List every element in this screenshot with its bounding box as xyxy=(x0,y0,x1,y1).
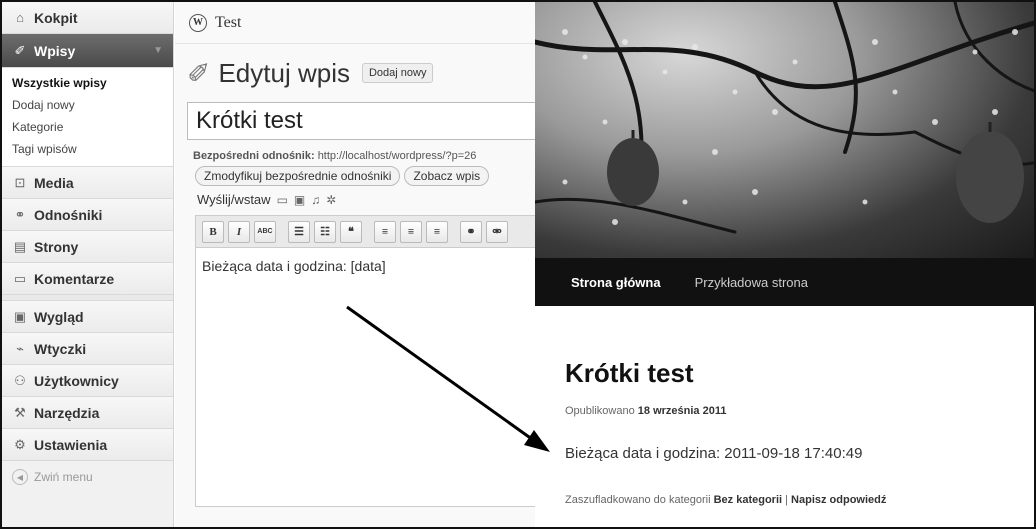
sidebar-item-appearance[interactable]: ▣ Wygląd xyxy=(2,301,173,333)
sidebar-item-pages[interactable]: ▤ Strony xyxy=(2,231,173,263)
reply-link[interactable]: Napisz odpowiedź xyxy=(791,494,886,506)
sidebar-item-label: Użytkownicy xyxy=(34,372,119,389)
submenu-add-new[interactable]: Dodaj nowy xyxy=(2,94,173,116)
sidebar-item-label: Wygląd xyxy=(34,308,84,325)
permalink-buttons: Zmodyfikuj bezpośrednie odnośniki Zobacz… xyxy=(195,166,535,186)
admin-sidebar: ⌂ Kokpit ✐ Wpisy ▼ Wszystkie wpisy Dodaj… xyxy=(2,2,174,527)
change-permalinks-button[interactable]: Zmodyfikuj bezpośrednie odnośniki xyxy=(195,166,401,186)
sidebar-item-label: Kokpit xyxy=(34,9,78,26)
post-footer: Zaszufladkowano do kategorii Bez kategor… xyxy=(565,494,1034,506)
post-editor: W Test ✐ Edytuj wpis Dodaj nowy Bezpośre… xyxy=(175,2,567,527)
view-post-button[interactable]: Zobacz wpis xyxy=(404,166,490,186)
footer-separator: | xyxy=(785,494,788,506)
upload-insert-row: Wyślij/wstaw ▭ ▣ ♫ ✲ xyxy=(197,192,535,207)
post-preview: Krótki test Opublikowano 18 września 201… xyxy=(535,306,1034,506)
numbered-list-button[interactable]: ☷ xyxy=(314,220,336,243)
post-body: Bieżąca data i godzina: 2011-09-18 17:40… xyxy=(565,445,863,462)
permalink-row: Bezpośredni odnośnik: http://localhost/w… xyxy=(193,150,535,162)
align-left-button[interactable]: ≡ xyxy=(374,220,396,243)
collapse-menu-button[interactable]: ◀ Zwiń menu xyxy=(2,461,173,493)
post-title[interactable]: Krótki test xyxy=(565,358,1034,389)
submenu-all-posts[interactable]: Wszystkie wpisy xyxy=(2,72,173,94)
sidebar-item-comments[interactable]: ▭ Komentarze xyxy=(2,263,173,295)
blockquote-button[interactable]: ❝ xyxy=(340,220,362,243)
add-media-icon[interactable]: ✲ xyxy=(326,193,336,207)
post-content-editor[interactable]: Bieżąca data i godzina: [data] xyxy=(195,247,555,507)
tools-icon: ⚒ xyxy=(14,404,26,420)
category-link[interactable]: Bez kategorii xyxy=(714,494,782,506)
published-date[interactable]: 18 września 2011 xyxy=(638,405,727,417)
add-new-button[interactable]: Dodaj nowy xyxy=(361,63,434,83)
settings-icon: ⚙ xyxy=(14,436,26,452)
submenu-tags[interactable]: Tagi wpisów xyxy=(2,138,173,160)
pushpin-icon: ✐ xyxy=(187,57,211,89)
footer-prefix: Zaszufladkowano do kategorii xyxy=(565,494,711,506)
plugin-icon: ⌁ xyxy=(16,340,24,356)
site-navigation: Strona główna Przykładowa strona xyxy=(535,258,1034,306)
pages-icon: ▤ xyxy=(13,238,27,254)
strikethrough-button[interactable]: ABC xyxy=(254,220,276,243)
published-prefix: Opublikowano xyxy=(565,405,635,417)
italic-button[interactable]: I xyxy=(228,220,250,243)
sidebar-item-label: Odnośniki xyxy=(34,206,103,223)
nav-home[interactable]: Strona główna xyxy=(571,275,661,290)
sidebar-item-label: Media xyxy=(34,174,74,191)
sidebar-item-dashboard[interactable]: ⌂ Kokpit xyxy=(2,2,173,34)
comment-icon: ▭ xyxy=(13,270,27,286)
sidebar-item-label: Wtyczki xyxy=(34,340,87,357)
collapse-arrow-icon: ◀ xyxy=(12,469,28,485)
users-icon: ⚇ xyxy=(14,372,26,388)
sidebar-item-media[interactable]: ⊡ Media xyxy=(2,167,173,199)
sidebar-item-posts[interactable]: ✐ Wpisy ▼ xyxy=(2,34,173,68)
sidebar-item-label: Narzędzia xyxy=(34,404,100,421)
submenu-categories[interactable]: Kategorie xyxy=(2,116,173,138)
screenshot-frame: ⌂ Kokpit ✐ Wpisy ▼ Wszystkie wpisy Dodaj… xyxy=(0,0,1036,529)
align-center-button[interactable]: ≡ xyxy=(400,220,422,243)
sidebar-item-users[interactable]: ⚇ Użytkownicy xyxy=(2,365,173,397)
page-title: Edytuj wpis xyxy=(218,57,350,88)
editor-toolbar: B I ABC ☰ ☷ ❝ ≡ ≡ ≡ ⚭ ⚮ xyxy=(195,215,555,247)
sidebar-item-label: Ustawienia xyxy=(34,436,108,453)
upload-label: Wyślij/wstaw xyxy=(197,192,271,207)
sidebar-item-label: Wpisy xyxy=(34,42,76,59)
chevron-down-icon: ▼ xyxy=(153,45,163,56)
post-meta: Opublikowano 18 września 2011 xyxy=(565,405,1034,417)
sidebar-item-tools[interactable]: ⚒ Narzędzia xyxy=(2,397,173,429)
permalink-url[interactable]: http://localhost/wordpress/?p=26 xyxy=(318,150,477,162)
remove-link-button[interactable]: ⚮ xyxy=(486,220,508,243)
pushpin-icon: ✐ xyxy=(14,42,26,58)
sidebar-item-settings[interactable]: ⚙ Ustawienia xyxy=(2,429,173,461)
sidebar-item-links[interactable]: ⚭ Odnośniki xyxy=(2,199,173,231)
posts-submenu: Wszystkie wpisy Dodaj nowy Kategorie Tag… xyxy=(2,68,173,167)
link-icon: ⚭ xyxy=(14,206,26,222)
appearance-icon: ▣ xyxy=(13,308,27,324)
media-icon: ⊡ xyxy=(14,174,26,190)
nav-sample-page[interactable]: Przykładowa strona xyxy=(695,275,808,290)
insert-link-button[interactable]: ⚭ xyxy=(460,220,482,243)
post-title-input[interactable] xyxy=(187,102,567,140)
page-heading: ✐ Edytuj wpis Dodaj nowy xyxy=(175,44,535,102)
sidebar-item-label: Strony xyxy=(34,238,79,255)
wordpress-logo-icon[interactable]: W xyxy=(189,13,207,32)
bullet-list-button[interactable]: ☰ xyxy=(288,220,310,243)
permalink-label: Bezpośredni odnośnik: xyxy=(193,150,315,162)
home-icon: ⌂ xyxy=(16,10,24,25)
site-name[interactable]: Test xyxy=(215,14,241,32)
add-audio-icon[interactable]: ♫ xyxy=(311,193,320,207)
blossom-branches-image xyxy=(535,2,1034,234)
sidebar-item-plugins[interactable]: ⌁ Wtyczki xyxy=(2,333,173,365)
header-image xyxy=(535,2,1034,258)
bold-button[interactable]: B xyxy=(202,220,224,243)
add-video-icon[interactable]: ▣ xyxy=(294,193,305,207)
collapse-menu-label: Zwiń menu xyxy=(34,470,93,484)
align-right-button[interactable]: ≡ xyxy=(426,220,448,243)
admin-site-bar: W Test xyxy=(175,2,535,44)
add-image-icon[interactable]: ▭ xyxy=(277,193,288,207)
sidebar-item-label: Komentarze xyxy=(34,270,115,287)
site-preview: Strona główna Przykładowa strona Krótki … xyxy=(535,2,1034,527)
